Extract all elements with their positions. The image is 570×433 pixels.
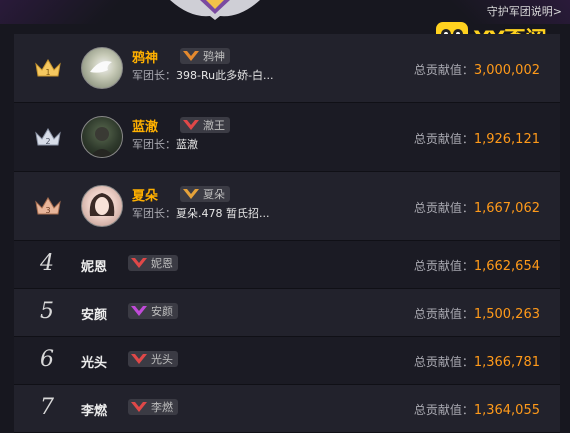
- total-contribution: 总贡献值：1,667,062: [414, 199, 540, 216]
- legion-badge: 光头: [128, 351, 178, 367]
- contribution-value: 1,926,121: [473, 132, 540, 147]
- total-contribution: 总贡献值：1,662,654: [414, 257, 540, 274]
- legion-name[interactable]: 妮恩: [81, 256, 107, 275]
- portrait-icon: [90, 127, 114, 157]
- contribution-label: 总贡献值：: [413, 63, 474, 77]
- legion-badge: 李燃: [128, 399, 178, 415]
- legion-badge-label: 夏朵: [203, 188, 225, 201]
- portrait-icon: [89, 193, 115, 216]
- svg-text:1: 1: [45, 68, 50, 77]
- total-contribution: 总贡献值：3,000,002: [414, 61, 540, 78]
- legion-badge-label: 光头: [151, 353, 173, 366]
- gold-crown-icon: 1: [35, 59, 61, 77]
- svg-text:3: 3: [45, 206, 50, 215]
- dove-icon: [90, 61, 112, 73]
- contribution-label: 总贡献值：: [413, 259, 474, 273]
- total-contribution: 总贡献值：1,500,263: [414, 305, 540, 322]
- contribution-value: 1,500,263: [473, 307, 540, 322]
- contribution-label: 总贡献值：: [413, 307, 474, 321]
- legion-badge-icon: [183, 51, 199, 61]
- contribution-value: 3,000,002: [473, 63, 540, 78]
- contribution-value: 1,667,062: [473, 201, 540, 216]
- contribution-label: 总贡献值：: [413, 403, 474, 417]
- avatar[interactable]: [81, 185, 123, 227]
- total-contribution: 总贡献值：1,926,121: [414, 130, 540, 147]
- legion-badge-icon: [131, 306, 147, 316]
- avatar[interactable]: [81, 116, 123, 158]
- legion-leader: 军团长：夏朵.478 暂氏招...: [132, 205, 269, 221]
- leader-label: 军团长：: [132, 138, 176, 151]
- legion-name[interactable]: 光头: [81, 352, 107, 371]
- ranking-row[interactable]: 3 夏朵 夏朵 军团长：夏朵.478 暂氏招... 总贡献值：1,667,062: [14, 172, 560, 241]
- contribution-label: 总贡献值：: [413, 132, 474, 146]
- legion-badge-icon: [131, 402, 147, 412]
- legion-badge-icon: [131, 258, 147, 268]
- legion-badge-icon: [131, 354, 147, 364]
- legion-badge-label: 澈王: [203, 119, 225, 132]
- legion-badge: 澈王: [180, 117, 230, 133]
- ranking-row[interactable]: 6 光头 光头 总贡献值：1,366,781: [14, 337, 560, 385]
- legion-name[interactable]: 李燃: [81, 400, 107, 419]
- total-contribution: 总贡献值：1,366,781: [414, 353, 540, 370]
- legion-help-link[interactable]: 守护军团说明>: [487, 3, 562, 19]
- svg-text:2: 2: [45, 137, 50, 146]
- legion-leader: 军团长：398-Ru此多娇-白...: [132, 67, 274, 83]
- legion-badge-label: 李燃: [151, 401, 173, 414]
- legion-badge: 鸦神: [180, 48, 230, 64]
- rank-number: 6: [40, 347, 54, 372]
- legion-ranking-list: 1 鸦神 鸦神 军团长：398-Ru此多娇-白... 总贡献值：3,000,00…: [14, 34, 560, 433]
- rank-number: 5: [40, 299, 54, 324]
- ranking-row[interactable]: 5 安颜 安颜 总贡献值：1,500,263: [14, 289, 560, 337]
- leader-name[interactable]: 蓝澈: [176, 138, 198, 151]
- legion-badge-label: 鸦神: [203, 50, 225, 63]
- contribution-label: 总贡献值：: [413, 355, 474, 369]
- silver-crown-icon: 2: [35, 128, 61, 146]
- rank-number: 7: [40, 395, 54, 420]
- legion-badge-label: 安颜: [151, 305, 173, 318]
- leader-label: 军团长：: [132, 207, 176, 220]
- bronze-crown-icon: 3: [35, 197, 61, 215]
- legion-badge: 安颜: [128, 303, 178, 319]
- contribution-value: 1,364,055: [473, 403, 540, 418]
- legion-badge-icon: [183, 120, 199, 130]
- contribution-value: 1,662,654: [473, 259, 540, 274]
- leader-name[interactable]: 398-Ru此多娇-白...: [176, 69, 274, 82]
- contribution-label: 总贡献值：: [413, 201, 474, 215]
- legion-leader: 军团长：蓝澈: [132, 136, 198, 152]
- ranking-row[interactable]: 1 鸦神 鸦神 军团长：398-Ru此多娇-白... 总贡献值：3,000,00…: [14, 34, 560, 103]
- legion-emblem-icon: [170, 0, 260, 20]
- legion-badge-icon: [183, 189, 199, 199]
- ranking-row[interactable]: 4 妮恩 妮恩 总贡献值：1,662,654: [14, 241, 560, 289]
- legion-name[interactable]: 夏朵: [132, 185, 158, 204]
- header-decoration-left: [0, 0, 150, 24]
- rank-number: 4: [40, 251, 54, 276]
- avatar[interactable]: [81, 47, 123, 89]
- total-contribution: 总贡献值：1,364,055: [414, 401, 540, 418]
- ranking-row[interactable]: 2 蓝澈 澈王 军团长：蓝澈 总贡献值：1,926,121: [14, 103, 560, 172]
- legion-badge-label: 妮恩: [151, 257, 173, 270]
- leader-name[interactable]: 夏朵.478 暂氏招...: [176, 207, 269, 220]
- leader-label: 军团长：: [132, 69, 176, 82]
- legion-name[interactable]: 蓝澈: [132, 116, 158, 135]
- legion-name[interactable]: 鸦神: [132, 47, 158, 66]
- legion-badge: 夏朵: [180, 186, 230, 202]
- contribution-value: 1,366,781: [473, 355, 540, 370]
- legion-badge: 妮恩: [128, 255, 178, 271]
- legion-name[interactable]: 安颜: [81, 304, 107, 323]
- ranking-row[interactable]: 7 李燃 李燃 总贡献值：1,364,055: [14, 385, 560, 433]
